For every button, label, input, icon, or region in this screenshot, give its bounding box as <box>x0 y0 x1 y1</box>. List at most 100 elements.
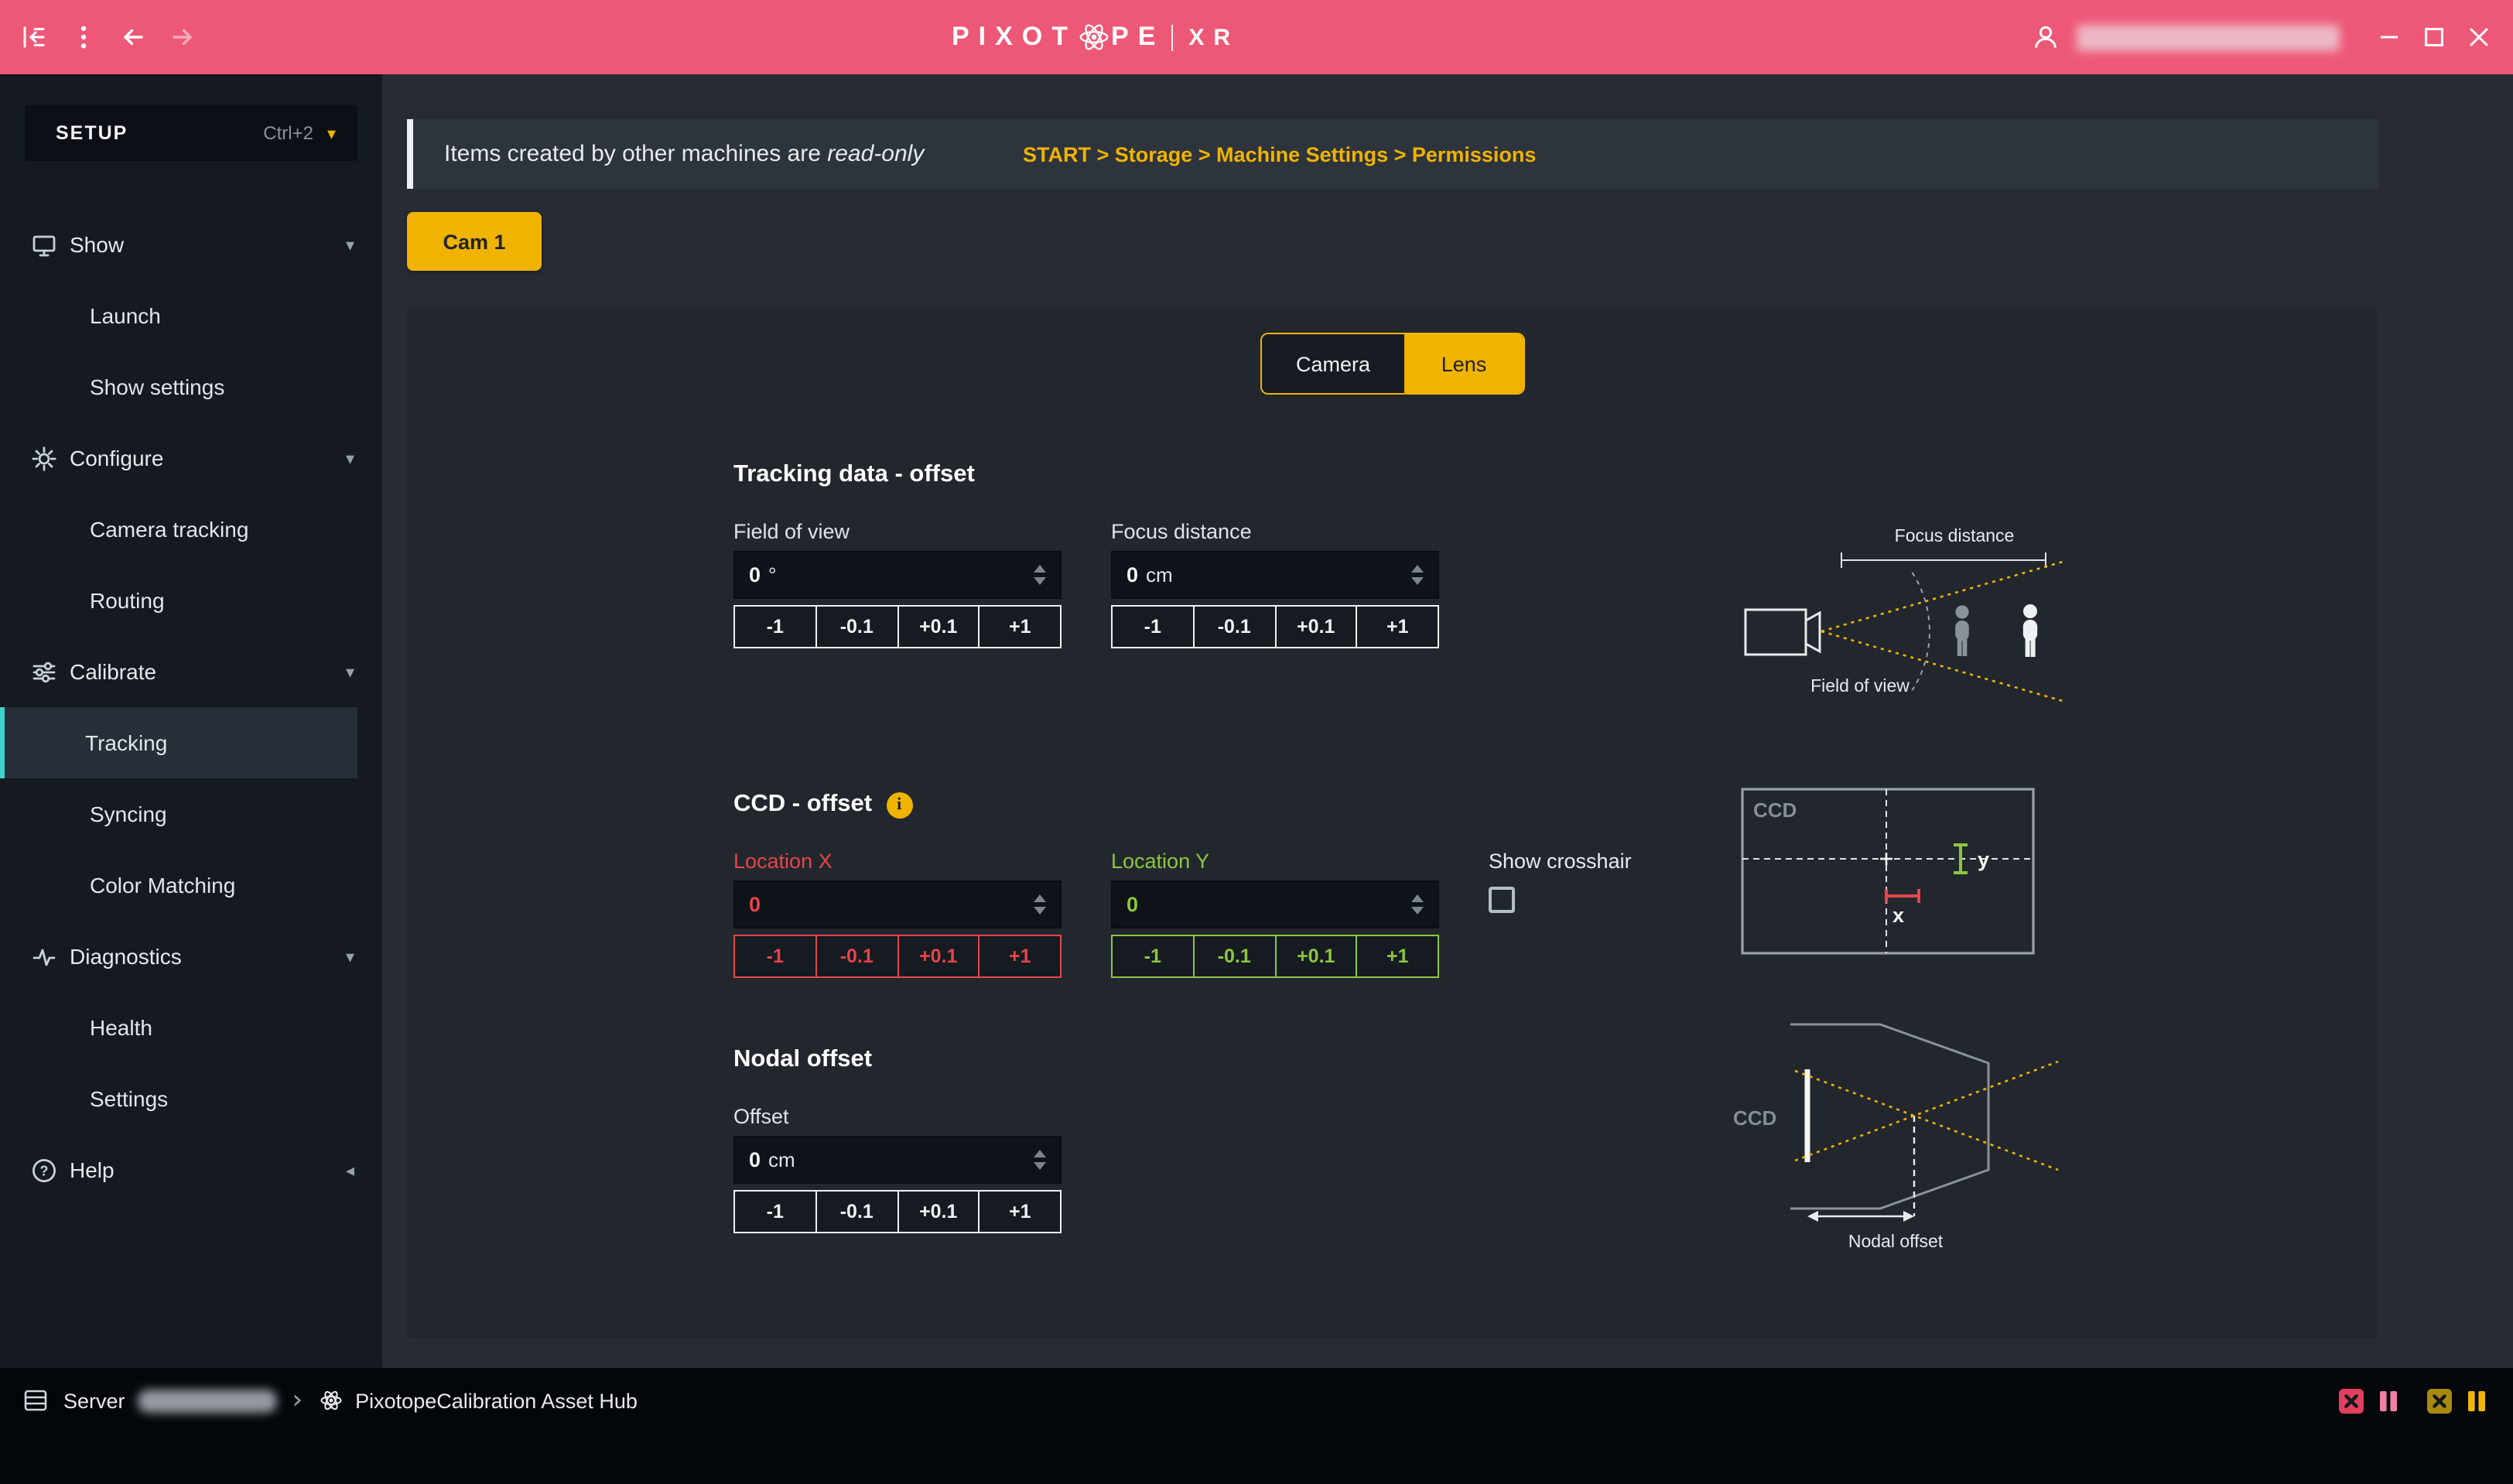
status-stop-yellow-button[interactable] <box>2425 1386 2454 1415</box>
sidebar-item-launch[interactable]: Launch <box>0 280 357 351</box>
toggle-option-camera[interactable]: Camera <box>1262 334 1404 393</box>
caret-down-icon: ▾ <box>346 236 354 253</box>
breadcrumb[interactable]: START > Storage > Machine Settings > Per… <box>1023 142 1536 166</box>
field-label: Location X <box>733 850 1062 873</box>
cam1-tab[interactable]: Cam 1 <box>407 212 542 271</box>
stepper-button[interactable]: +0.1 <box>897 1190 980 1233</box>
kebab-menu-icon <box>68 22 99 53</box>
svg-text:Field of view: Field of view <box>1810 675 1910 696</box>
sidebar-item-color-matching[interactable]: Color Matching <box>0 850 357 921</box>
spinner-up-icon[interactable] <box>1034 894 1046 902</box>
sidebar-item-diagnostics[interactable]: Diagnostics ▾ <box>0 921 357 992</box>
spinner-down-icon[interactable] <box>1411 577 1424 585</box>
caret-down-icon: ▾ <box>346 948 354 965</box>
camera-lens-toggle: Camera Lens <box>1260 333 1525 395</box>
location-y-input[interactable]: 0 <box>1111 880 1439 928</box>
stepper-button[interactable]: -0.1 <box>815 935 899 978</box>
nodal-offset-input[interactable]: 0 cm <box>733 1136 1062 1184</box>
spinner-down-icon[interactable] <box>1034 907 1046 915</box>
ccd-offset-title: CCD - offset <box>733 791 872 819</box>
back-button[interactable] <box>115 15 152 59</box>
status-pause-yellow-button[interactable] <box>2462 1386 2491 1415</box>
toggle-option-lens[interactable]: Lens <box>1404 334 1523 393</box>
focus-distance-steppers: -1 -0.1 +0.1 +1 <box>1111 605 1439 648</box>
location-y-field: Location Y 0 -1 -0.1 <box>1111 850 1439 978</box>
spinner-up-icon[interactable] <box>1411 565 1424 573</box>
stepper-button[interactable]: -0.1 <box>815 605 899 648</box>
stepper-button[interactable]: +0.1 <box>1274 935 1358 978</box>
field-of-view-diagram: Focus distance <box>1741 518 2081 710</box>
location-x-steppers: -1 -0.1 +0.1 +1 <box>733 935 1062 978</box>
stepper-button[interactable]: -0.1 <box>1193 605 1277 648</box>
spinner-down-icon[interactable] <box>1034 577 1046 585</box>
stepper-button[interactable]: -1 <box>733 605 817 648</box>
notification-text: Items created by other machines are read… <box>444 141 924 167</box>
spinner-down-icon[interactable] <box>1034 1162 1046 1170</box>
status-pause-pink-button[interactable] <box>2374 1386 2403 1415</box>
account-button[interactable] <box>2027 15 2064 59</box>
spinner-up-icon[interactable] <box>1034 1150 1046 1157</box>
sidebar-item-routing[interactable]: Routing <box>0 565 357 636</box>
status-group-yellow <box>2425 1386 2491 1415</box>
sidebar-item-calibrate[interactable]: Calibrate ▾ <box>0 636 357 707</box>
field-label: Offset <box>733 1105 1062 1128</box>
field-of-view-input[interactable]: 0 ° <box>733 551 1062 599</box>
stepper-button[interactable]: +0.1 <box>1274 605 1358 648</box>
product-label: XR <box>1188 24 1239 50</box>
show-crosshair-checkbox[interactable] <box>1489 887 1515 913</box>
stepper-button[interactable]: -1 <box>733 935 817 978</box>
user-email-redacted <box>2077 24 2340 50</box>
more-menu-button[interactable] <box>65 15 102 59</box>
stepper-button[interactable]: -0.1 <box>1193 935 1277 978</box>
app-window: PIXOT PE XR <box>0 0 2513 1484</box>
sidebar-item-label: Settings <box>90 1086 168 1111</box>
sidebar-item-tracking[interactable]: Tracking <box>0 707 357 778</box>
user-icon <box>2030 22 2061 53</box>
focus-distance-field: Focus distance 0 cm -1 <box>1111 520 1439 648</box>
pulse-icon <box>31 943 57 969</box>
sidebar-item-settings[interactable]: Settings <box>0 1063 357 1134</box>
stepper-button[interactable]: +1 <box>979 605 1062 648</box>
pixotope-atom-icon <box>318 1388 343 1413</box>
sidebar-item-help[interactable]: ? Help ◂ <box>0 1134 357 1205</box>
stepper-button[interactable]: -0.1 <box>815 1190 899 1233</box>
titlebar: PIXOT PE XR <box>0 0 2513 74</box>
close-button[interactable] <box>2460 15 2498 59</box>
stepper-button[interactable]: +0.1 <box>897 935 980 978</box>
y-offset-marker <box>1954 845 1968 873</box>
stepper-button[interactable]: +1 <box>1356 605 1440 648</box>
stepper-button[interactable]: +1 <box>979 1190 1062 1233</box>
sidebar-item-configure[interactable]: Configure ▾ <box>0 422 357 494</box>
sidebar-item-label: Syncing <box>90 802 167 826</box>
nodal-offset-field: Offset 0 cm -1 -0.1 <box>733 1105 1062 1233</box>
stepper-button[interactable]: -1 <box>1111 605 1195 648</box>
setup-shortcut: Ctrl+2 <box>263 122 313 144</box>
focus-distance-input[interactable]: 0 cm <box>1111 551 1439 599</box>
sidebar-item-syncing[interactable]: Syncing <box>0 778 357 850</box>
collapse-sidebar-button[interactable] <box>15 15 53 59</box>
sidebar-item-health[interactable]: Health <box>0 992 357 1063</box>
minimize-button[interactable] <box>2371 15 2408 59</box>
svg-text:CCD: CCD <box>1733 1106 1776 1130</box>
spinner-down-icon[interactable] <box>1411 907 1424 915</box>
spinner-up-icon[interactable] <box>1034 565 1046 573</box>
status-stop-pink-button[interactable] <box>2337 1386 2366 1415</box>
stepper-button[interactable]: +0.1 <box>897 605 980 648</box>
tracking-offset-title: Tracking data - offset <box>733 461 1632 489</box>
sidebar-item-label: Calibrate <box>70 659 156 684</box>
svg-text:Nodal offset: Nodal offset <box>1848 1231 1944 1251</box>
location-x-input[interactable]: 0 <box>733 880 1062 928</box>
spinner-up-icon[interactable] <box>1411 894 1424 902</box>
pixotope-atom-icon <box>1077 20 1111 54</box>
sidebar-item-show[interactable]: Show ▾ <box>0 209 357 280</box>
sidebar-item-camera-tracking[interactable]: Camera tracking <box>0 494 357 565</box>
stepper-button[interactable]: -1 <box>733 1190 817 1233</box>
stepper-button[interactable]: -1 <box>1111 935 1195 978</box>
setup-mode-selector[interactable]: SETUP Ctrl+2 ▾ <box>25 105 357 161</box>
maximize-button[interactable] <box>2416 15 2453 59</box>
stepper-button[interactable]: +1 <box>1356 935 1440 978</box>
sidebar-item-show-settings[interactable]: Show settings <box>0 351 357 422</box>
forward-button[interactable] <box>164 15 201 59</box>
stepper-button[interactable]: +1 <box>979 935 1062 978</box>
info-icon[interactable]: i <box>886 792 912 818</box>
